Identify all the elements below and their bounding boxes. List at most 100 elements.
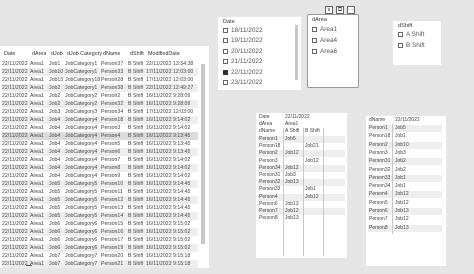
table-row[interactable]: 22/11/2022 Area1 Job1 JobCategory1 Person37 B…	[2, 60, 198, 68]
table-row[interactable]: 22/11/2022 Area1 Job2 JobCategory2 Person32 B…	[2, 100, 198, 108]
column-header[interactable]: Date	[4, 49, 15, 59]
slicer-item[interactable]: 22/11/2022	[223, 67, 263, 77]
table-row[interactable]: 22/11/2022 Area1 Job7 JobCategory7 Person20 B…	[2, 252, 198, 260]
slicer-item[interactable]: 18/11/2022	[223, 25, 263, 35]
table-row[interactable]: 22/11/2022 Area1 Job5 JobCategory5 Person10 B…	[2, 180, 198, 188]
matrix-row[interactable]: Person7 Job12	[258, 208, 345, 215]
table-row[interactable]: 22/11/2022 Area1 Job4 JobCategory4 Person3 B …	[2, 124, 198, 132]
checkbox[interactable]	[223, 59, 228, 64]
matrix-row[interactable]: Person32 Job2	[368, 167, 442, 174]
table-cell: Area1	[30, 173, 44, 179]
shift-slicer[interactable]: dShift A Shift B Shift	[393, 21, 441, 65]
column-header[interactable]: ModifiedDate	[148, 49, 180, 59]
table-row[interactable]: 22/11/2022 Area1 Job6 JobCategory6 Person19 B…	[2, 244, 198, 252]
slicer-item[interactable]: B Shift	[398, 40, 425, 50]
table-row[interactable]: 22/11/2022 Area1 Job5 JobCategory5 Person11 B…	[2, 188, 198, 196]
matrix-row[interactable]: Person2 Job12	[258, 150, 345, 158]
table-row[interactable]: 22/11/2022 Area1 Job6 JobCategory6 Person17 B…	[2, 236, 198, 244]
table-row[interactable]: 22/11/2022 Area1 Job5 JobCategory5 Person14 B…	[2, 212, 198, 220]
checkbox[interactable]	[312, 37, 317, 43]
matrix-cell: Person3	[259, 157, 278, 164]
checkbox[interactable]	[312, 26, 317, 32]
table-row[interactable]: 22/11/2022 Area1 Job4 JobCategory4 Person4 B …	[2, 132, 198, 140]
slicer-item[interactable]: A Shift	[398, 29, 424, 39]
matrix-row[interactable]: Person2 Job10	[368, 141, 442, 149]
checkbox[interactable]	[398, 31, 403, 37]
table-cell: Person2	[101, 93, 121, 99]
table-cell: 22/11/2022	[2, 261, 28, 267]
slicer-item[interactable]: Area1	[312, 24, 337, 34]
area-slicer[interactable]: dArea Area1 Area4 Area6	[307, 14, 359, 88]
slicer-item[interactable]: 20/11/2022	[223, 46, 263, 56]
table-row[interactable]: 22/11/2022 Area1 Job6 JobCategory6 Person16 B…	[2, 228, 198, 236]
slicer-item[interactable]: Area6	[312, 46, 337, 56]
matrix-row[interactable]: Person31 Job2	[368, 158, 442, 166]
table-row[interactable]: 22/11/2022 Area1 Job2 JobCategory2 Person2 B …	[2, 92, 198, 100]
table-row[interactable]: 22/11/2022 Area1 Job13 JobCategory18 Person2…	[2, 76, 198, 84]
matrix-row[interactable]: Person18 Job21	[258, 143, 345, 150]
checkbox[interactable]	[223, 69, 228, 75]
matrix-row[interactable]: Person34 Job12	[258, 164, 345, 172]
column-header[interactable]: dName	[103, 49, 120, 59]
matrix-row[interactable]: Person32 Job13	[258, 179, 345, 187]
matrix-row[interactable]: Person8 Job13	[368, 224, 442, 232]
matrix-row[interactable]: Person4 Job12	[258, 193, 345, 201]
table-row[interactable]: 22/11/2022 Area1 Job4 JobCategory4 Person7 B …	[2, 156, 198, 164]
checkbox[interactable]	[223, 27, 228, 33]
table-row[interactable]: 22/11/2022 Area1 Job4 JobCategory4 Person5 B …	[2, 140, 198, 148]
table-scrollbar[interactable]	[201, 64, 205, 244]
column-header[interactable]: dShift	[130, 49, 144, 59]
matrix-row[interactable]: Person3 Job3	[368, 150, 442, 157]
matrix-row[interactable]: Person33 Job1	[258, 186, 345, 193]
table-cell: B Shift	[128, 77, 144, 83]
table-row[interactable]: 22/11/2022 Area1 Job3 JobCategory3 Person34 B…	[2, 108, 198, 116]
matrix-row[interactable]: Person1 Job5	[368, 125, 442, 132]
focus-mode-icon[interactable]: ⧉	[336, 6, 344, 14]
table-row[interactable]: 22/11/2022 Area1 Job2 JobCategory1 Person38 B…	[2, 84, 198, 92]
more-options-icon[interactable]: ···	[347, 6, 355, 14]
date-slicer[interactable]: Date 18/11/2022 19/11/2022 20/11/2022 21/11…	[218, 17, 301, 90]
slicer-item[interactable]: 23/11/2022	[223, 78, 263, 88]
matrix-row[interactable]: Person1 Job5	[258, 136, 345, 143]
matrix-row[interactable]: Person6 Job13	[368, 208, 442, 215]
matrix-row[interactable]: Person5 Job12	[368, 200, 442, 207]
table-row[interactable]: 22/11/2022 Area1 Job10 JobCategory1 Person33…	[2, 68, 198, 76]
checkbox[interactable]	[223, 48, 228, 54]
date-slicer-scrollbar[interactable]	[295, 25, 298, 80]
table-row[interactable]: 22/11/2022 Area1 Job4 JobCategory4 Person9 B …	[2, 172, 198, 180]
table-row[interactable]: 22/11/2022 Area1 Job4 JobCategory4 Person18 B…	[2, 116, 198, 124]
matrix-row[interactable]: Person8 Job13	[258, 215, 345, 222]
table-row[interactable]: 22/11/2022 Area1 Job4 JobCategory4 Person8 B …	[2, 164, 198, 172]
matrix-row[interactable]: Person31 Job3	[258, 172, 345, 179]
table-row[interactable]: 22/11/2022 Area1 Job7 JobCategory7 Person21 B…	[2, 260, 198, 268]
matrix-row[interactable]: Person18 Job1	[368, 133, 442, 140]
checkbox[interactable]	[223, 38, 228, 43]
table-cell: 16/11/2022 9:14:02	[146, 173, 191, 179]
table-row[interactable]: 22/11/2022 Area1 Job6 JobCategory6 Person15 B…	[2, 220, 198, 228]
column-header[interactable]: dJob	[51, 49, 63, 59]
table-row[interactable]: 22/11/2022 Area1 Job5 JobCategory5 Person13 B…	[2, 204, 198, 212]
table-row[interactable]: 22/11/2022 Area1 Job4 JobCategory4 Person6 B …	[2, 148, 198, 156]
table-cell: 22/11/2022	[2, 237, 28, 243]
slicer-item[interactable]: 21/11/2022	[223, 57, 263, 67]
matrix-row[interactable]: Person3 Job12	[258, 158, 345, 165]
table-row[interactable]: 22/11/2022 Area1 Job5 JobCategory5 Person12 B…	[2, 196, 198, 204]
filter-icon[interactable]: ⊽	[325, 6, 333, 14]
slicer-item[interactable]: 19/11/2022	[223, 36, 263, 46]
checkbox[interactable]	[223, 80, 228, 85]
matrix-row[interactable]: Person4 Job12	[368, 191, 442, 199]
slicer-item[interactable]: Area4	[312, 35, 337, 45]
matrix-area-visual[interactable]: Date 22/11/2022 dArea Area1 dName A Shif…	[256, 113, 347, 258]
matrix-name-visual[interactable]: dName 22/11/2022 Person1 Job5 Person18 Job1…	[366, 116, 446, 266]
matrix-row[interactable]: Person34 Job1	[368, 183, 442, 190]
column-header[interactable]: dArea	[32, 49, 46, 59]
checkbox[interactable]	[398, 42, 403, 48]
matrix-row[interactable]: Person7 Job12	[368, 216, 442, 223]
checkbox[interactable]	[312, 48, 317, 54]
main-table-visual[interactable]: Date dArea dJob dJob Category dName dShift Mod…	[0, 46, 209, 268]
matrix-row[interactable]: Person33 Job1	[368, 174, 442, 182]
matrix-row[interactable]: Person6 Job13	[258, 201, 345, 208]
column-header[interactable]: dJob Category	[67, 49, 102, 59]
table-cell: 16/11/2022 9:13:45	[146, 133, 191, 139]
table-cell: B Shift	[128, 173, 144, 179]
